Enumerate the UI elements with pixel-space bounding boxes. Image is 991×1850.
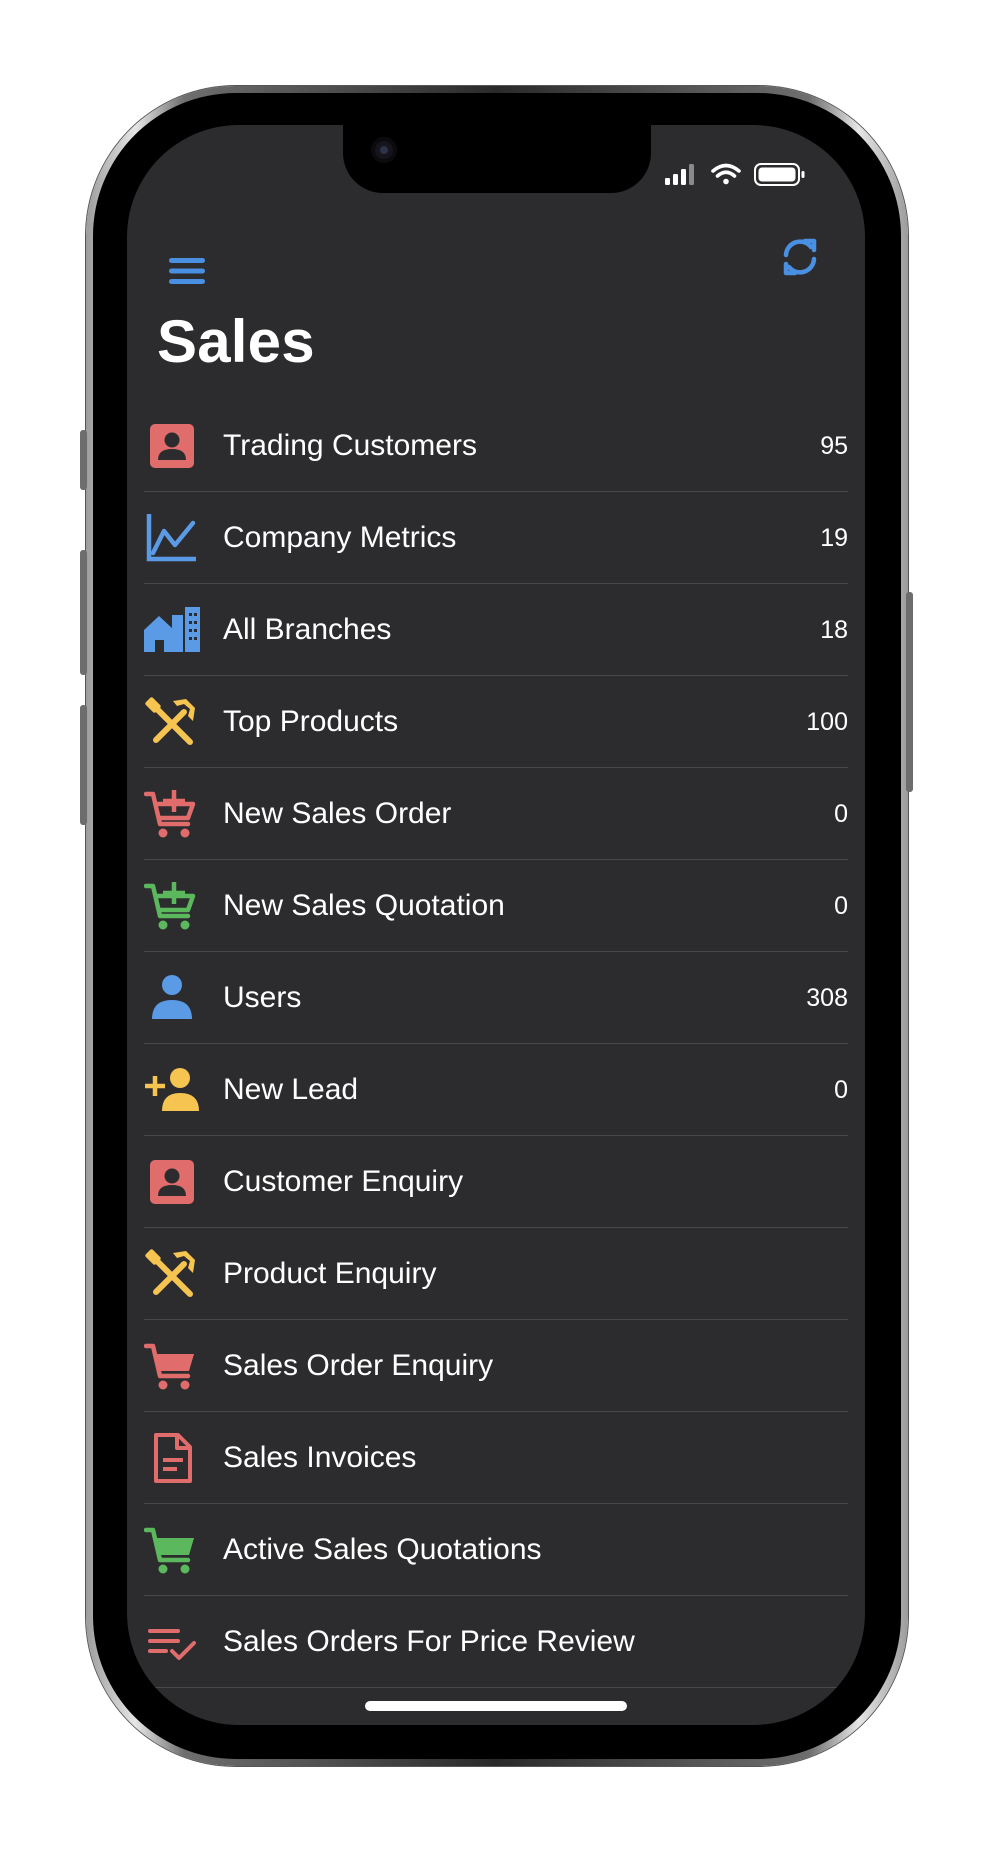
- list-item-count: 100: [806, 708, 848, 736]
- line-chart-icon: [146, 514, 196, 562]
- branches-building-icon: [144, 607, 200, 652]
- user-icon: [152, 975, 192, 1019]
- list-item[interactable]: Customer Enquiry: [127, 1136, 865, 1228]
- battery-icon: [754, 163, 805, 186]
- contact-card-icon: [150, 424, 194, 468]
- list-item-label: Users: [223, 981, 302, 1014]
- list-item-label: All Branches: [223, 613, 392, 646]
- list-item[interactable]: Product Enquiry: [127, 1228, 865, 1320]
- wifi-icon: [711, 163, 741, 185]
- cart-add-icon: [144, 790, 196, 838]
- status-bar: [665, 163, 805, 186]
- list-item-label: Sales Invoices: [223, 1441, 417, 1474]
- list-item-count: 95: [820, 432, 848, 460]
- list-item[interactable]: Top Products 100: [127, 676, 865, 768]
- list-item-label: Trading Customers: [223, 429, 477, 462]
- app-screen: Sales Trading Customers 95 Company Metri…: [127, 125, 865, 1725]
- mute-switch: [80, 430, 87, 490]
- front-camera: [371, 137, 397, 163]
- home-indicator[interactable]: [365, 1701, 627, 1711]
- list-item[interactable]: All Branches 18: [127, 584, 865, 676]
- list-item-label: New Sales Quotation: [223, 889, 505, 922]
- hamburger-menu-icon[interactable]: [169, 257, 205, 285]
- page-title: Sales: [157, 308, 315, 375]
- list-item-label: Sales Order Enquiry: [223, 1349, 494, 1382]
- volume-down-button: [80, 705, 87, 825]
- list-item-count: 0: [834, 1076, 848, 1104]
- cart-icon: [144, 1527, 194, 1574]
- contact-card-icon: [150, 1160, 194, 1204]
- cart-add-icon: [144, 882, 196, 930]
- refresh-icon[interactable]: [780, 237, 820, 277]
- list-item[interactable]: Company Metrics 19: [127, 492, 865, 584]
- sales-menu-list: Trading Customers 95 Company Metrics 19: [127, 400, 865, 1688]
- tools-icon: [145, 697, 195, 745]
- list-item[interactable]: Active Sales Quotations: [127, 1504, 865, 1596]
- list-item-count: 308: [806, 984, 848, 1012]
- list-item-count: 0: [834, 892, 848, 920]
- list-item-label: Company Metrics: [223, 521, 457, 554]
- signal-icon: [665, 164, 694, 185]
- tools-icon: [145, 1249, 195, 1297]
- list-item[interactable]: New Lead 0: [127, 1044, 865, 1136]
- list-item-label: Active Sales Quotations: [223, 1533, 542, 1566]
- list-item[interactable]: Users 308: [127, 952, 865, 1044]
- document-icon: [154, 1433, 192, 1483]
- cart-icon: [144, 1343, 194, 1390]
- list-item-count: 18: [820, 616, 848, 644]
- list-item-label: Top Products: [223, 705, 399, 738]
- list-item-label: Sales Orders For Price Review: [223, 1625, 635, 1658]
- list-item[interactable]: Sales Order Enquiry: [127, 1320, 865, 1412]
- list-item-label: New Lead: [223, 1073, 359, 1106]
- list-item[interactable]: Sales Invoices: [127, 1412, 865, 1504]
- volume-up-button: [80, 550, 87, 675]
- list-item-count: 19: [820, 524, 848, 552]
- power-button: [906, 592, 913, 792]
- list-item-label: Product Enquiry: [223, 1257, 437, 1290]
- list-item[interactable]: Trading Customers 95: [127, 400, 865, 492]
- list-item[interactable]: Sales Orders For Price Review: [127, 1596, 865, 1688]
- list-item-label: Customer Enquiry: [223, 1165, 464, 1198]
- list-item-count: 0: [834, 800, 848, 828]
- checklist-icon: [148, 1629, 196, 1660]
- list-item[interactable]: New Sales Order 0: [127, 768, 865, 860]
- user-add-icon: [145, 1068, 199, 1111]
- notch: [343, 125, 651, 193]
- list-item[interactable]: New Sales Quotation 0: [127, 860, 865, 952]
- list-item-label: New Sales Order: [223, 797, 452, 830]
